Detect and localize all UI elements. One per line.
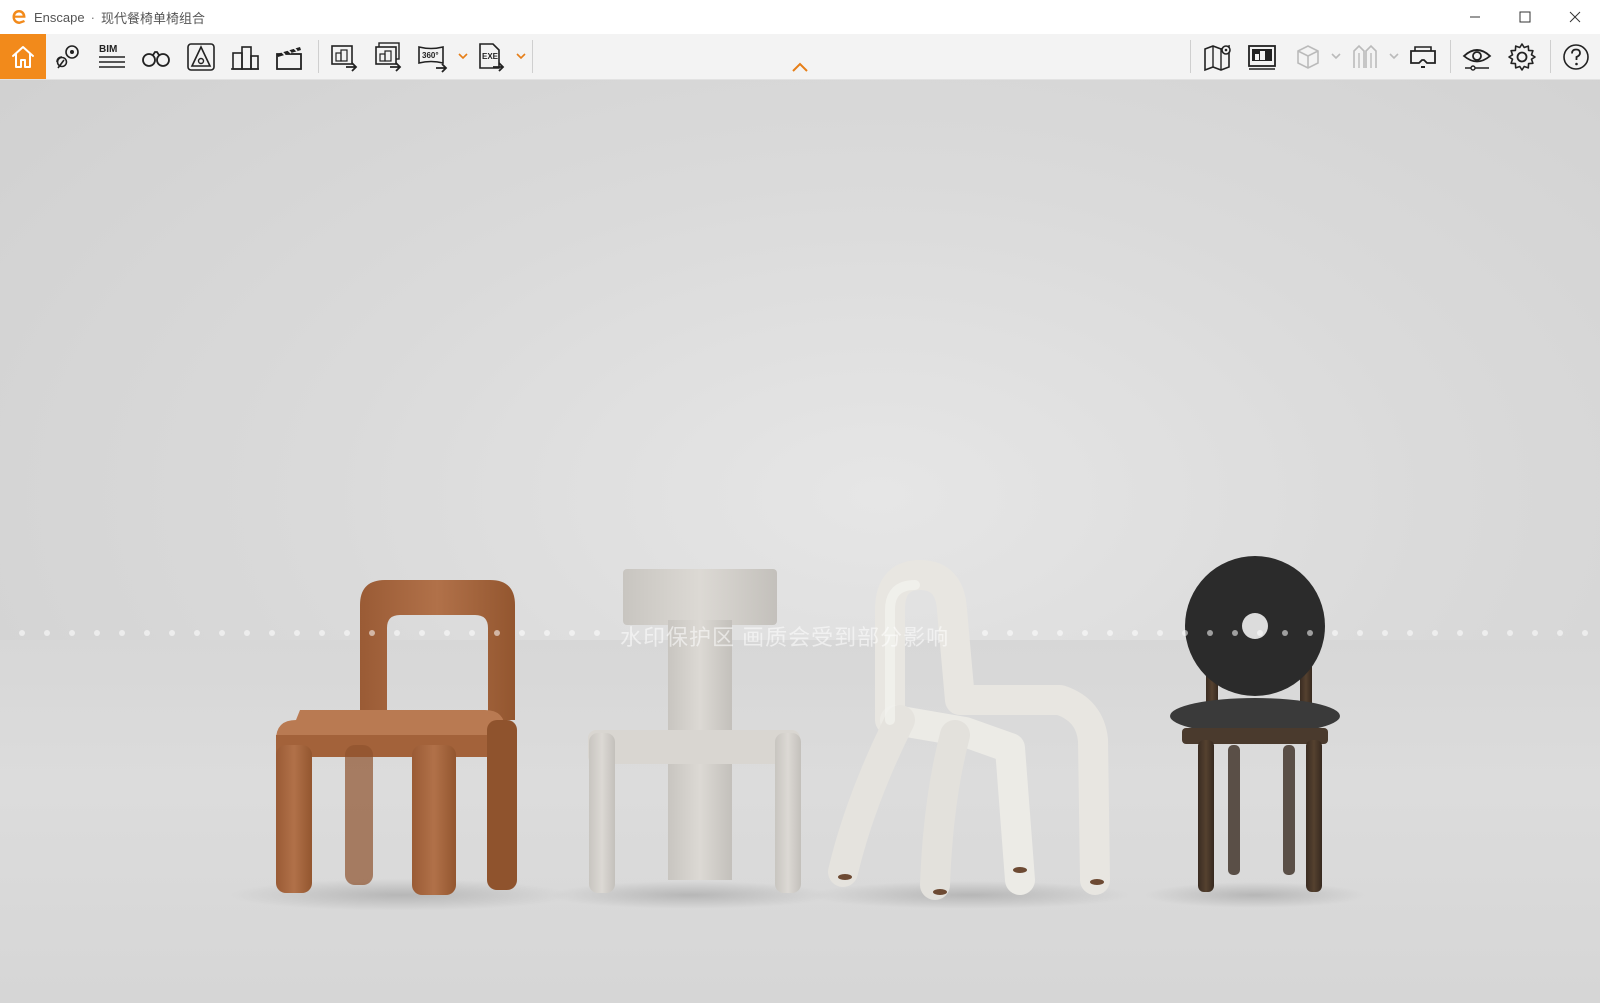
- toolbar-separator: [532, 40, 533, 73]
- orthographic-button[interactable]: [1289, 38, 1327, 76]
- gear-icon: [1508, 43, 1536, 71]
- document-title: 现代餐椅单椅组合: [100, 10, 205, 26]
- export-exe-button[interactable]: EXE: [472, 38, 510, 76]
- section-icon: [1353, 44, 1377, 68]
- perspective-icon: [187, 43, 215, 71]
- bim-label: BIM: [99, 44, 117, 55]
- exe-export-icon: EXE: [479, 43, 505, 72]
- maximize-icon: [1519, 11, 1531, 23]
- donut-back-dining-chair: [1170, 556, 1340, 892]
- toolbar-separator: [1450, 40, 1451, 73]
- panorama-button[interactable]: 360°: [414, 38, 452, 76]
- home-button[interactable]: [0, 34, 46, 79]
- perspective-button[interactable]: [182, 38, 220, 76]
- toolbar: BIM 360° EXE: [0, 34, 1600, 80]
- chevron-down-icon: [516, 53, 526, 60]
- close-icon: [1569, 11, 1581, 23]
- watermark-text: 水印保护区 画质会受到部分影响: [620, 625, 950, 650]
- chevron-down-icon: [458, 53, 468, 60]
- exe-label: EXE: [482, 52, 499, 61]
- section-view-button[interactable]: [1346, 38, 1384, 76]
- settings-button[interactable]: [1503, 38, 1541, 76]
- app-name: Enscape: [34, 9, 85, 25]
- home-icon: [12, 45, 34, 68]
- enscape-window: Enscape · 现代餐椅单椅组合 BIM 360° EXE 水印保护区 画质…: [0, 0, 1600, 1003]
- orthographic-dropdown[interactable]: [1330, 49, 1342, 63]
- chevron-down-icon: [1389, 53, 1399, 60]
- map-button[interactable]: [1199, 38, 1237, 76]
- help-button[interactable]: [1557, 38, 1595, 76]
- panorama-dropdown[interactable]: [457, 49, 469, 63]
- panorama-label: 360°: [422, 51, 439, 60]
- location-pin-icon: [56, 45, 79, 69]
- video-editor-button[interactable]: [270, 38, 308, 76]
- buildings-icon: [231, 46, 259, 70]
- enscape-logo-icon: [10, 8, 28, 26]
- chevron-down-icon: [1331, 53, 1341, 60]
- exe-dropdown[interactable]: [515, 49, 527, 63]
- maximize-button[interactable]: [1500, 0, 1550, 34]
- window-controls: [1450, 0, 1600, 34]
- help-icon: [1563, 44, 1589, 70]
- binoculars-icon: [142, 51, 170, 67]
- title-bar: Enscape · 现代餐椅单椅组合: [0, 0, 1600, 34]
- render-viewport[interactable]: 水印保护区 画质会受到部分影响: [0, 80, 1600, 1003]
- asset-library-button[interactable]: [1243, 38, 1281, 76]
- visual-settings-button[interactable]: [1458, 38, 1496, 76]
- toolbar-collapse-toggle[interactable]: [790, 60, 810, 74]
- screenshot-export-icon: [331, 45, 358, 72]
- batch-rendering-button[interactable]: [369, 38, 407, 76]
- window-title: Enscape · 现代餐椅单椅组合: [34, 8, 205, 27]
- chair-scene: [230, 556, 1365, 911]
- vr-headset-button[interactable]: [1404, 38, 1442, 76]
- bim-info-button[interactable]: BIM: [93, 38, 131, 76]
- vr-headset-icon: [1410, 46, 1436, 68]
- toolbar-separator: [1190, 40, 1191, 73]
- clapperboard-icon: [276, 47, 302, 70]
- map-icon: [1204, 44, 1231, 72]
- title-separator: ·: [90, 9, 95, 25]
- fly-walk-button[interactable]: [137, 38, 175, 76]
- cube-icon: [1297, 45, 1319, 69]
- toolbar-separator: [318, 40, 319, 73]
- t-back-boucle-chair: [588, 569, 801, 893]
- panorama-export-icon: 360°: [418, 45, 448, 73]
- toolbar-separator: [1550, 40, 1551, 73]
- bim-info-icon: BIM: [99, 44, 125, 68]
- section-dropdown[interactable]: [1388, 49, 1400, 63]
- views-button[interactable]: [49, 38, 87, 76]
- assets-button[interactable]: [226, 38, 264, 76]
- close-button[interactable]: [1550, 0, 1600, 34]
- visual-settings-eye-icon: [1462, 49, 1492, 71]
- screenshot-button[interactable]: [325, 38, 363, 76]
- asset-library-icon: [1248, 45, 1276, 70]
- minimize-button[interactable]: [1450, 0, 1500, 34]
- chevron-up-icon: [792, 62, 808, 72]
- batch-render-icon: [375, 42, 402, 72]
- minimize-icon: [1470, 16, 1480, 18]
